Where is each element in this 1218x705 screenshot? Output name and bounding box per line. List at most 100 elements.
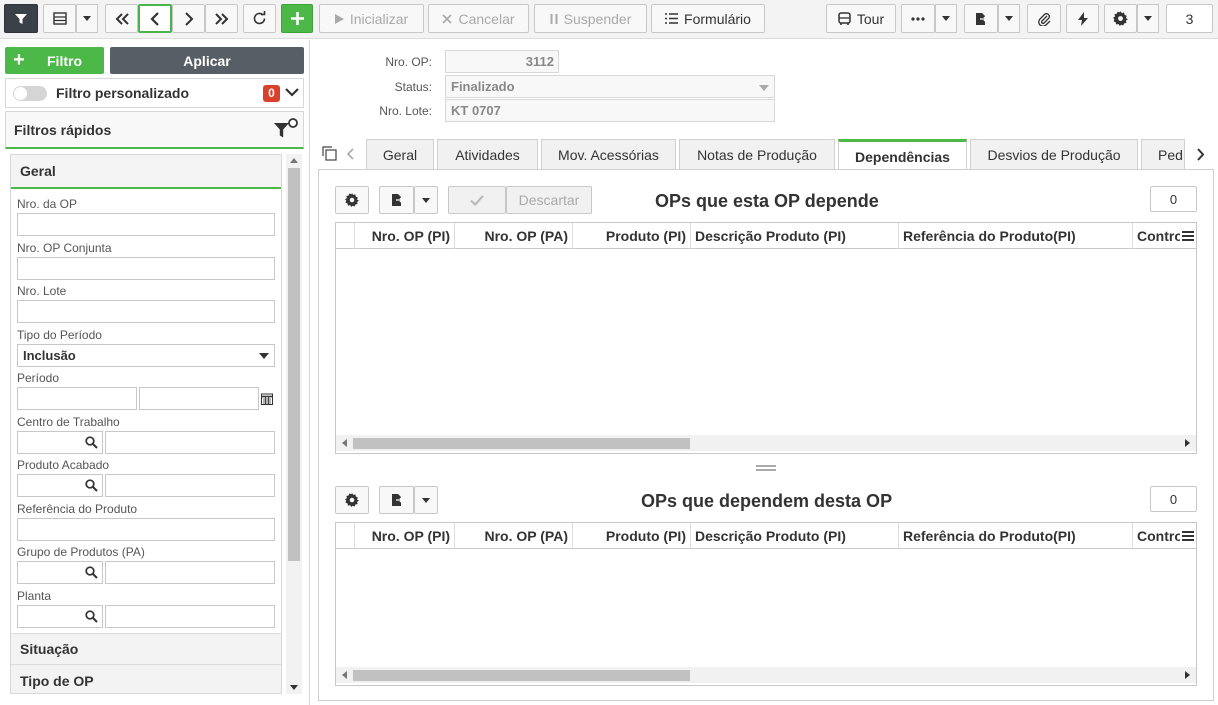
suspender-button[interactable]: Suspender [534,4,647,33]
tab-atividades[interactable]: Atividades [437,139,538,170]
settings-button[interactable] [1104,4,1137,33]
grid1-confirm-button[interactable] [448,186,506,214]
scroll-right-icon[interactable] [1185,671,1190,679]
add-record-button[interactable] [281,4,313,33]
grid2-col-contro[interactable]: Contro [1133,523,1180,549]
produto-acabado-code-input[interactable] [17,474,103,497]
calendar-icon[interactable] [261,393,273,405]
search-icon[interactable] [85,610,98,623]
cancelar-button[interactable]: Cancelar [428,4,529,33]
search-icon[interactable] [85,566,98,579]
refresh-button[interactable] [243,4,276,33]
copy-icon[interactable] [322,146,337,161]
grid1-col-nro-op-pi[interactable]: Nro. OP (PI) [355,223,455,249]
first-record-button[interactable] [105,4,138,33]
centro-trabalho-code-input[interactable] [17,431,103,454]
tab-desvios-producao[interactable]: Desvios de Produção [970,139,1138,170]
section-situacao[interactable]: Situação [11,633,281,665]
more-actions-button[interactable] [901,4,935,33]
grid2-hscrollbar[interactable] [336,667,1196,683]
grid2-export-button[interactable] [379,486,414,514]
grid1-col-contro[interactable]: Contro [1133,223,1180,249]
grid1-col-referencia-produto[interactable]: Referência do Produto(PI) [899,223,1133,249]
nro-lote-input[interactable] [17,300,275,323]
tab-mov-acessorias[interactable]: Mov. Acessórias [541,139,676,170]
more-actions-dropdown[interactable] [935,4,957,33]
periodo-start-input[interactable] [17,387,137,410]
grupo-produtos-desc-input[interactable] [105,561,275,584]
grid1-hscrollbar-thumb[interactable] [353,438,690,449]
plus-icon: + [13,49,25,71]
splitter-handle-icon[interactable] [756,465,776,471]
section-tipo-op[interactable]: Tipo de OP [11,665,281,693]
grid2-col-produto-pi[interactable]: Produto (PI) [573,523,691,549]
grid1-hscrollbar[interactable] [336,435,1196,451]
attachments-button[interactable] [1027,4,1061,33]
view-mode-dropdown[interactable] [76,4,98,33]
filter-toggle-button[interactable] [4,4,38,33]
column-menu-icon[interactable] [1182,231,1194,241]
tabs-scroll-right-icon[interactable] [1196,148,1205,161]
export-button[interactable] [964,4,998,33]
previous-record-button[interactable] [138,4,172,33]
grid1-export-dropdown[interactable] [414,186,438,214]
scroll-left-icon[interactable] [342,671,347,679]
chevron-down-icon[interactable] [285,88,299,97]
lightning-icon [1077,11,1088,26]
nro-op-input[interactable] [17,213,275,236]
export-dropdown[interactable] [998,4,1020,33]
actions-button[interactable] [1066,4,1099,33]
tab-dependencias[interactable]: Dependências [838,139,967,171]
grid1-col-nro-op-pa[interactable]: Nro. OP (PA) [455,223,573,249]
grid2-col-nro-op-pa[interactable]: Nro. OP (PA) [455,523,573,549]
section-geral[interactable]: Geral [11,155,281,189]
settings-dropdown[interactable] [1137,4,1159,33]
referencia-produto-input[interactable] [17,518,275,541]
tab-notas-producao[interactable]: Notas de Produção [679,139,835,170]
tabs-scroll-left-icon[interactable] [346,148,354,160]
column-menu-icon[interactable] [1182,531,1194,541]
scroll-right-icon[interactable] [1185,439,1190,447]
grid1-col-descricao-produto[interactable]: Descrição Produto (PI) [691,223,899,249]
grid1-settings-button[interactable] [335,186,369,214]
next-record-button[interactable] [172,4,205,33]
search-icon[interactable] [85,436,98,449]
planta-desc-input[interactable] [105,605,275,628]
aplicar-button[interactable]: Aplicar [110,47,304,74]
tour-button[interactable]: Tour [826,4,896,33]
scroll-down-icon[interactable] [290,685,298,690]
grid2-hscrollbar-thumb[interactable] [353,670,690,681]
scroll-up-icon[interactable] [290,158,298,163]
centro-trabalho-desc-input[interactable] [105,431,275,454]
paperclip-icon [1038,12,1051,26]
grid1-select-col[interactable] [336,223,355,249]
search-icon[interactable] [85,479,98,492]
tipo-periodo-select[interactable]: Inclusão [17,344,275,367]
grupo-produtos-code-input[interactable] [17,561,103,584]
produto-acabado-desc-input[interactable] [105,474,275,497]
filter-settings-icon[interactable] [272,116,300,144]
nro-op-conjunta-input[interactable] [17,257,275,280]
grid2-col-nro-op-pi[interactable]: Nro. OP (PI) [355,523,455,549]
filters-scrollbar-thumb[interactable] [288,168,300,561]
grid2-settings-button[interactable] [335,486,369,514]
last-record-button[interactable] [205,4,238,33]
grid1-export-button[interactable] [379,186,414,214]
formulario-button[interactable]: Formulário [651,4,765,33]
scroll-left-icon[interactable] [342,439,347,447]
tab-geral[interactable]: Geral [366,139,434,170]
periodo-end-input[interactable] [139,387,259,410]
inicializar-button[interactable]: Inicializar [319,4,424,33]
grid1-descartar-button[interactable]: Descartar [506,186,592,214]
grid2-col-referencia-produto[interactable]: Referência do Produto(PI) [899,523,1133,549]
tab-ped[interactable]: Ped [1141,139,1185,170]
grid2-col-descricao-produto[interactable]: Descrição Produto (PI) [691,523,899,549]
view-mode-button[interactable] [43,4,76,33]
grid2-export-dropdown[interactable] [414,486,438,514]
grid1-col-produto-pi[interactable]: Produto (PI) [573,223,691,249]
grid2-select-col[interactable] [336,523,355,549]
planta-code-input[interactable] [17,605,103,628]
filtro-personalizado-toggle[interactable] [13,85,47,101]
filters-scrollbar[interactable] [286,154,302,694]
filtro-button[interactable]: + Filtro [5,47,104,74]
